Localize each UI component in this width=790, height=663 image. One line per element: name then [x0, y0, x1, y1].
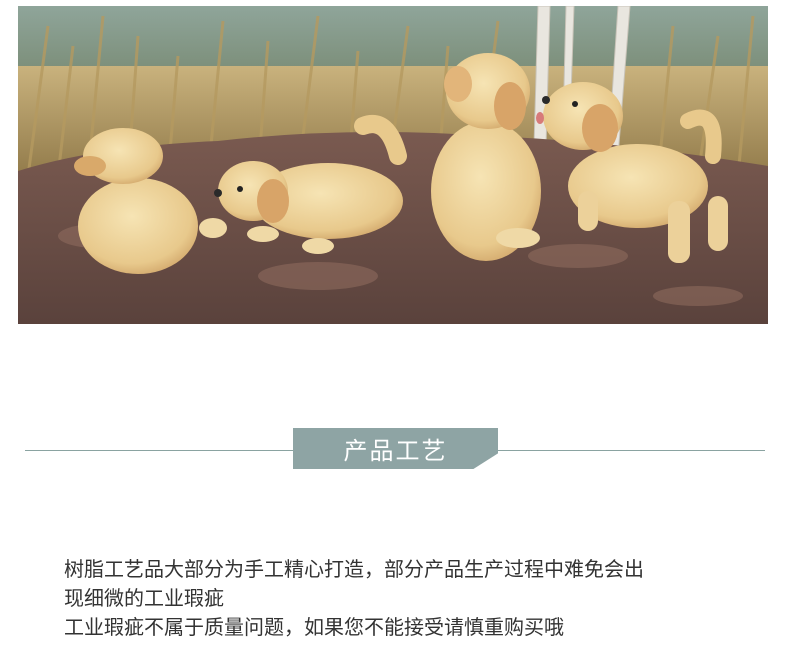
notes-line-2: 现细微的工业瑕疵 — [64, 586, 224, 610]
notes-line-1: 树脂工艺品大部分为手工精心打造，部分产品生产过程中难免会出 — [64, 557, 644, 581]
product-photo — [18, 6, 768, 324]
notes-line-3: 工业瑕疵不属于质量问题，如果您不能接受请慎重购买哦 — [64, 615, 564, 639]
section-title-tag: 产品工艺 — [293, 428, 498, 469]
craft-notes: 树脂工艺品大部分为手工精心打造，部分产品生产过程中难免会出 现细微的工业瑕疵 工… — [64, 555, 764, 642]
section-title: 产品工艺 — [343, 437, 448, 465]
